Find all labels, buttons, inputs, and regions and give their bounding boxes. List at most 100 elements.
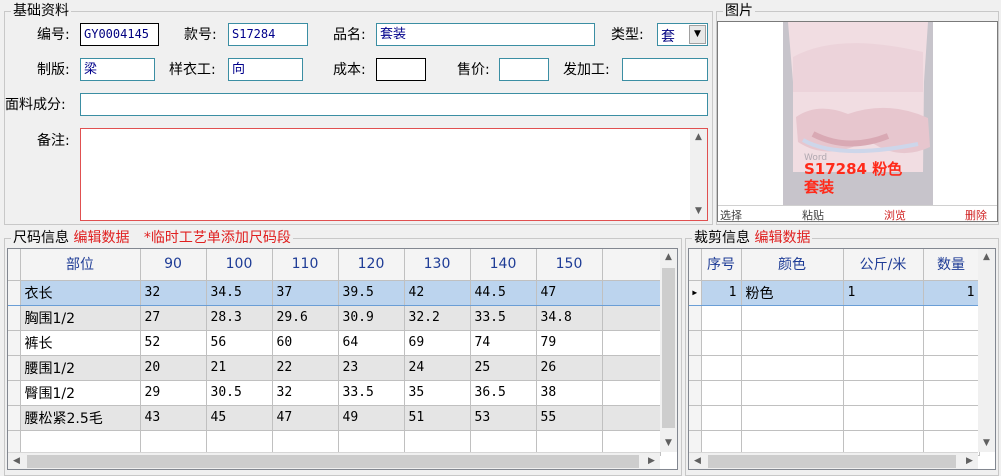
scroll-thumb[interactable]: [708, 455, 956, 468]
chevron-down-icon[interactable]: ▼: [689, 25, 706, 44]
table-cell[interactable]: 24: [404, 355, 471, 381]
table-cell[interactable]: [602, 279, 661, 306]
table-cell[interactable]: 21: [206, 355, 273, 381]
cut-edit-link[interactable]: 编辑数据: [754, 230, 810, 246]
table-cell[interactable]: 23: [338, 355, 405, 381]
table-cell[interactable]: 34.8: [536, 305, 603, 331]
cut-grid-hscroll[interactable]: ◀ ▶: [689, 452, 978, 469]
size-col-header[interactable]: 110: [272, 249, 339, 281]
table-cell[interactable]: 26: [536, 355, 603, 381]
table-cell[interactable]: 32: [140, 279, 207, 306]
table-cell[interactable]: 臀围1/2: [20, 380, 141, 406]
table-cell[interactable]: 30.9: [338, 305, 405, 331]
table-cell[interactable]: [701, 380, 742, 406]
table-row[interactable]: [689, 305, 980, 331]
table-cell[interactable]: 32.2: [404, 305, 471, 331]
table-cell[interactable]: 47: [272, 405, 339, 431]
table-row[interactable]: ▶ 1 粉色 1 1: [689, 279, 980, 306]
table-cell[interactable]: 20: [140, 355, 207, 381]
table-cell[interactable]: 60: [272, 330, 339, 356]
size-col-header[interactable]: 140: [470, 249, 537, 281]
table-cell[interactable]: [602, 330, 661, 356]
table-cell[interactable]: 腰围1/2: [20, 355, 141, 381]
scroll-up-icon[interactable]: ▲: [660, 249, 677, 266]
table-row[interactable]: [689, 330, 980, 356]
table-cell[interactable]: 44.5: [470, 279, 537, 306]
table-cell[interactable]: 49: [338, 405, 405, 431]
notes-textarea[interactable]: ▲ ▼: [80, 128, 708, 221]
table-cell[interactable]: [602, 305, 661, 331]
scroll-down-icon[interactable]: ▼: [690, 203, 707, 220]
table-cell[interactable]: 34.5: [206, 279, 273, 306]
code-field[interactable]: GY0004145: [80, 23, 159, 46]
scroll-down-icon[interactable]: ▼: [660, 435, 677, 452]
table-cell[interactable]: 45: [206, 405, 273, 431]
table-cell[interactable]: [843, 330, 924, 356]
table-cell[interactable]: [741, 330, 844, 356]
outsource-field[interactable]: [622, 58, 708, 81]
delete-photo-button[interactable]: 删除: [965, 207, 987, 223]
table-cell[interactable]: 43: [140, 405, 207, 431]
cut-col-header[interactable]: 公斤/米: [843, 249, 924, 281]
table-cell[interactable]: 74: [470, 330, 537, 356]
table-cell[interactable]: [923, 305, 980, 331]
select-photo-button[interactable]: 选择: [720, 207, 742, 223]
table-cell[interactable]: 51: [404, 405, 471, 431]
sample-field[interactable]: 向: [228, 58, 303, 81]
cut-col-header[interactable]: 序号: [701, 249, 742, 281]
table-cell[interactable]: [923, 380, 980, 406]
table-row[interactable]: [689, 405, 980, 431]
table-cell[interactable]: [741, 355, 844, 381]
table-cell[interactable]: 22: [272, 355, 339, 381]
table-cell[interactable]: [843, 305, 924, 331]
table-cell[interactable]: 52: [140, 330, 207, 356]
table-cell[interactable]: [923, 405, 980, 431]
type-select[interactable]: 套 ▼: [657, 23, 708, 46]
table-row[interactable]: [689, 355, 980, 381]
size-col-header[interactable]: 130: [404, 249, 471, 281]
scroll-up-icon[interactable]: ▲: [690, 129, 707, 146]
scroll-up-icon[interactable]: ▲: [978, 249, 995, 266]
table-cell[interactable]: [843, 380, 924, 406]
table-cell[interactable]: 56: [206, 330, 273, 356]
scroll-thumb[interactable]: [662, 268, 675, 428]
scroll-left-icon[interactable]: ◀: [689, 453, 706, 469]
table-cell[interactable]: 32: [272, 380, 339, 406]
table-cell[interactable]: 38: [536, 380, 603, 406]
add-size-range-link[interactable]: *临时工艺单添加尺码段: [144, 230, 291, 246]
pattern-field[interactable]: 梁: [80, 58, 155, 81]
table-cell[interactable]: [741, 305, 844, 331]
table-cell[interactable]: 35: [404, 380, 471, 406]
scroll-thumb[interactable]: [27, 455, 639, 468]
table-cell[interactable]: [701, 330, 742, 356]
table-cell[interactable]: 79: [536, 330, 603, 356]
table-row[interactable]: 腰松紧2.5毛 43 45 47 49 51 53 55: [8, 405, 661, 431]
table-cell[interactable]: [602, 405, 661, 431]
table-cell[interactable]: 69: [404, 330, 471, 356]
table-row[interactable]: 臀围1/2 29 30.5 32 33.5 35 36.5 38: [8, 380, 661, 406]
scroll-right-icon[interactable]: ▶: [643, 453, 660, 469]
cut-grid-vscroll[interactable]: ▲ ▼: [978, 249, 995, 452]
table-cell[interactable]: [741, 405, 844, 431]
table-cell[interactable]: 30.5: [206, 380, 273, 406]
table-cell[interactable]: 42: [404, 279, 471, 306]
size-col-header[interactable]: 100: [206, 249, 273, 281]
table-cell[interactable]: 衣长: [20, 279, 141, 306]
table-cell[interactable]: 36.5: [470, 380, 537, 406]
table-cell[interactable]: 39.5: [338, 279, 405, 306]
table-cell[interactable]: 53: [470, 405, 537, 431]
table-cell[interactable]: 裤长: [20, 330, 141, 356]
table-cell[interactable]: 28.3: [206, 305, 273, 331]
cut-col-header[interactable]: 数量: [923, 249, 980, 281]
table-cell[interactable]: 粉色: [741, 279, 844, 306]
cut-col-header[interactable]: 颜色: [741, 249, 844, 281]
table-cell[interactable]: 29.6: [272, 305, 339, 331]
size-grid-vscroll[interactable]: ▲ ▼: [660, 249, 677, 452]
size-col-header[interactable]: 部位: [20, 249, 141, 281]
paste-photo-button[interactable]: 粘贴: [802, 207, 824, 223]
table-cell[interactable]: 1: [843, 279, 924, 306]
table-cell[interactable]: [602, 355, 661, 381]
table-cell[interactable]: [741, 380, 844, 406]
size-col-header[interactable]: 90: [140, 249, 207, 281]
table-cell[interactable]: [843, 405, 924, 431]
